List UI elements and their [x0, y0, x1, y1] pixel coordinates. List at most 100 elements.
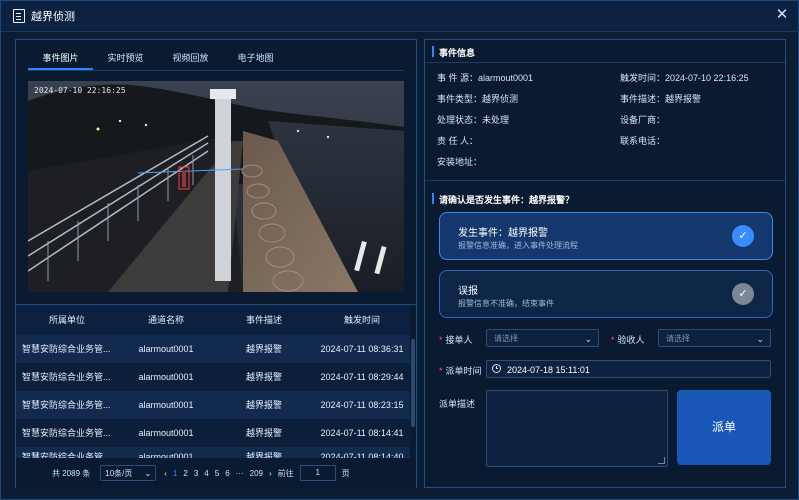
total-count: 共 2089 条: [52, 468, 91, 478]
option-desc: 报警信息准确，进入事件处理流程: [458, 241, 578, 250]
page-5[interactable]: 5: [215, 469, 219, 478]
cell-channel: alarmout0001: [138, 452, 194, 458]
dispatch-button[interactable]: 派单: [677, 390, 771, 465]
tab-event-image[interactable]: 事件图片: [28, 48, 93, 70]
page-2[interactable]: 2: [183, 469, 187, 478]
option-title: 发生事件：越界报警: [458, 228, 548, 239]
scrollbar-thumb[interactable]: [411, 339, 415, 427]
page-1[interactable]: 1: [173, 469, 177, 478]
tab-live-preview[interactable]: 实时预览: [93, 48, 158, 70]
tab-e-map[interactable]: 电子地图: [223, 48, 288, 70]
table-header: 所属单位 通道名称 事件描述 触发时间: [16, 305, 410, 335]
event-source-row: 事 件 源：alarmout0001: [437, 71, 533, 84]
event-desc-value: 越界报警: [665, 94, 702, 104]
required-mark: *: [439, 366, 443, 376]
trigger-time-label: 触发时间：: [620, 73, 666, 83]
document-icon: [13, 9, 25, 23]
pagination: 共 2089 条 10条/页 ⌄ ‹ 1 2 3 4 5 6 ··· 209 ›…: [16, 458, 416, 488]
resize-handle-icon[interactable]: [658, 457, 665, 464]
table-row[interactable]: 智慧安防综合业务管... alarmout0001 越界报警 2024-07-1…: [16, 419, 410, 447]
cell-unit: 智慧安防综合业务管...: [22, 428, 111, 438]
chevron-down-icon: ⌄: [144, 469, 152, 478]
dispatch-time-label-text: 派单时间: [445, 366, 482, 376]
page-suffix: 页: [341, 468, 350, 478]
chevron-down-icon: ⌄: [756, 334, 764, 344]
prev-page-button[interactable]: ‹: [164, 469, 167, 478]
page-6[interactable]: 6: [225, 469, 229, 478]
dispatch-desc-label: 派单描述: [439, 397, 475, 410]
col-time: 触发时间: [343, 315, 380, 325]
cell-time: 2024-07-11 08:14:40: [320, 452, 404, 458]
owner-label: 责 任 人：: [437, 136, 479, 146]
trigger-time-row: 触发时间：2024-07-10 22:16:25: [620, 71, 749, 84]
cell-unit: 智慧安防综合业务管...: [22, 372, 111, 382]
goto-label: 前往: [277, 468, 294, 478]
cell-unit: 智慧安防综合业务管...: [22, 400, 111, 410]
option-desc: 报警信息不准确，结束事件: [458, 299, 554, 308]
phone-label: 联系电话：: [620, 136, 666, 146]
option-false-alarm[interactable]: 误报 报警信息不准确，结束事件 ✓: [439, 270, 773, 318]
vendor-row: 设备厂商：: [620, 113, 665, 126]
page-4[interactable]: 4: [204, 469, 208, 478]
cell-desc: 越界报警: [245, 452, 282, 458]
next-page-button[interactable]: ›: [269, 469, 272, 478]
page-size-select[interactable]: 10条/页 ⌄: [100, 465, 157, 481]
event-source-label: 事 件 源：: [437, 73, 479, 83]
cell-channel: alarmout0001: [138, 372, 194, 382]
cell-desc: 越界报警: [245, 428, 282, 438]
checker-label-text: 验收人: [617, 335, 645, 345]
cell-channel: alarmout0001: [138, 428, 194, 438]
table-row[interactable]: 智慧安防综合业务管... alarmout0001 越界报警 2024-07-1…: [16, 447, 410, 458]
event-type-label: 事件类型：: [437, 94, 483, 104]
dispatch-desc-input[interactable]: [486, 390, 668, 467]
close-icon[interactable]: ✕: [774, 7, 790, 23]
page-size-value: 10条/页: [105, 469, 133, 478]
dispatch-time-value: 2024-07-18 15:11:01: [507, 365, 590, 375]
col-desc: 事件描述: [245, 315, 282, 325]
owner-row: 责 任 人：: [437, 134, 478, 147]
event-snapshot: 2024-07-10 22:16:25: [28, 81, 404, 292]
event-source-value: alarmout0001: [478, 73, 534, 83]
receiver-label-text: 接单人: [445, 335, 473, 345]
trigger-time-value: 2024-07-10 22:16:25: [665, 73, 749, 83]
event-table: 所属单位 通道名称 事件描述 触发时间 智慧安防综合业务管... alarmou…: [16, 304, 416, 488]
table-scrollbar[interactable]: [411, 335, 415, 458]
phone-row: 联系电话：: [620, 134, 665, 147]
page-ellipsis[interactable]: ···: [236, 469, 244, 478]
event-desc-label: 事件描述：: [620, 94, 666, 104]
section-divider: [425, 62, 785, 63]
col-unit: 所属单位: [48, 315, 85, 325]
required-mark: *: [439, 335, 443, 345]
chevron-down-icon: ⌄: [584, 334, 592, 344]
event-desc-row: 事件描述：越界报警: [620, 92, 701, 105]
cell-channel: alarmout0001: [138, 400, 194, 410]
confirm-title: 请确认是否发生事件：越界报警？: [431, 193, 575, 205]
address-label: 安装地址：: [437, 157, 483, 167]
table-row[interactable]: 智慧安防综合业务管... alarmout0001 越界报警 2024-07-1…: [16, 363, 410, 391]
page-last[interactable]: 209: [250, 469, 263, 478]
dispatch-time-picker[interactable]: 2024-07-18 15:11:01: [486, 360, 771, 378]
receiver-select[interactable]: 请选择 ⌄: [486, 329, 599, 347]
page-3[interactable]: 3: [194, 469, 198, 478]
goto-page-input[interactable]: 1: [299, 465, 336, 481]
required-mark: *: [611, 335, 615, 345]
table-row[interactable]: 智慧安防综合业务管... alarmout0001 越界报警 2024-07-1…: [16, 391, 410, 419]
event-type-value: 越界侦测: [482, 94, 519, 104]
cell-desc: 越界报警: [245, 372, 282, 382]
cell-time: 2024-07-11 08:23:15: [320, 400, 404, 410]
title-bar: 越界侦测 ✕: [1, 1, 798, 32]
col-channel: 通道名称: [147, 315, 184, 325]
checker-select[interactable]: 请选择 ⌄: [658, 329, 771, 347]
check-icon: ✓: [732, 225, 754, 247]
status-value: 未处理: [482, 115, 510, 125]
event-type-row: 事件类型：越界侦测: [437, 92, 518, 105]
section-divider: [425, 180, 785, 181]
table-row[interactable]: 智慧安防综合业务管... alarmout0001 越界报警 2024-07-1…: [16, 335, 410, 363]
check-icon: ✓: [732, 283, 754, 305]
cell-channel: alarmout0001: [138, 344, 194, 354]
tab-video-playback[interactable]: 视频回放: [158, 48, 223, 70]
vendor-label: 设备厂商：: [620, 115, 666, 125]
option-confirm-event[interactable]: 发生事件：越界报警 报警信息准确，进入事件处理流程 ✓: [439, 212, 773, 260]
video-timestamp: 2024-07-10 22:16:25: [34, 86, 126, 95]
checker-label: * 验收人: [611, 333, 645, 346]
